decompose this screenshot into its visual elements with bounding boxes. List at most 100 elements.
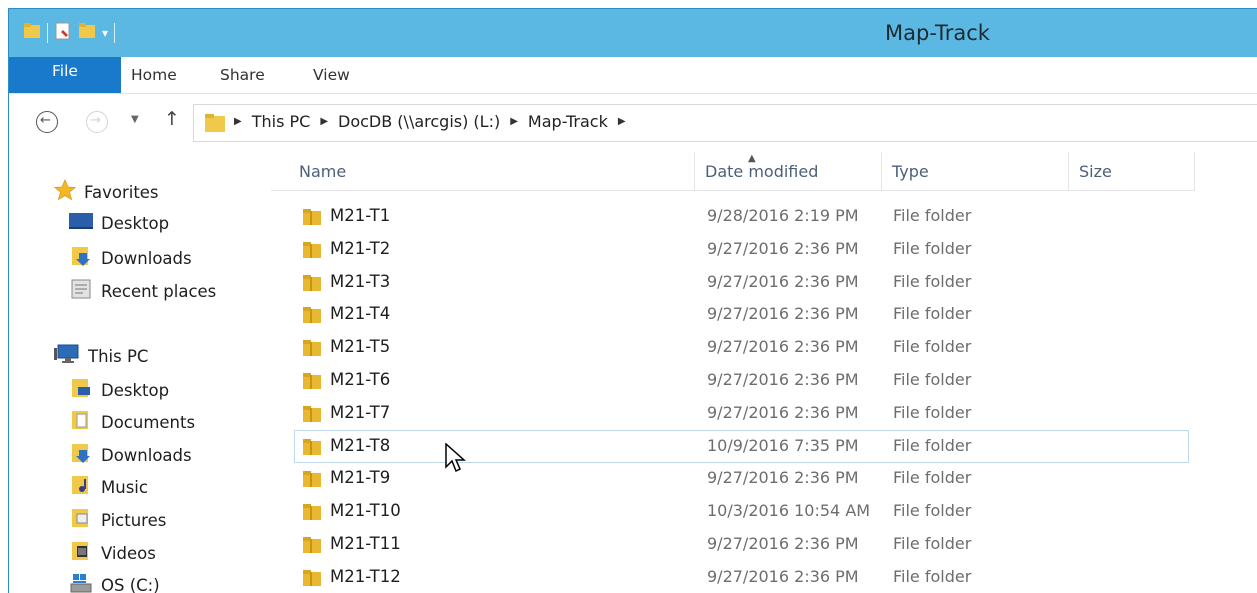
column-header-size[interactable]: Size (1069, 152, 1195, 190)
chevron-right-icon[interactable]: ▶ (618, 116, 626, 127)
file-name: M21-T8 (330, 436, 390, 455)
file-type: File folder (893, 370, 971, 389)
file-date-modified: 9/27/2016 2:36 PM (707, 239, 859, 258)
up-arrow-button[interactable]: ↑ (164, 108, 180, 130)
nav-this-pc[interactable]: This PC (54, 344, 148, 368)
file-type: File folder (893, 206, 971, 225)
drive-icon (69, 572, 93, 593)
forward-button[interactable]: → (86, 111, 108, 133)
file-name: M21-T11 (330, 534, 401, 553)
file-date-modified: 9/27/2016 2:36 PM (707, 534, 859, 553)
tab-view[interactable]: View (313, 66, 350, 84)
folder-icon (302, 438, 322, 460)
file-name: M21-T9 (330, 468, 390, 487)
back-button[interactable]: ← (36, 111, 58, 133)
file-row[interactable]: M21-T29/27/2016 2:36 PMFile folder (295, 234, 1188, 265)
nav-item-videos[interactable]: Videos (69, 540, 156, 566)
file-date-modified: 9/27/2016 2:36 PM (707, 468, 859, 487)
nav-item-downloads[interactable]: Downloads (69, 245, 192, 271)
chevron-right-icon[interactable]: ▶ (510, 116, 518, 127)
address-bar[interactable]: ▶ This PC ▶ DocDB (\\arcgis) (L:) ▶ Map-… (193, 104, 1257, 142)
file-row[interactable]: M21-T810/9/2016 7:35 PMFile folder (295, 431, 1188, 462)
folder-icon (302, 470, 322, 492)
nav-item-label: Pictures (101, 511, 166, 530)
nav-item-desktop[interactable]: Desktop (69, 213, 169, 233)
file-row[interactable]: M21-T39/27/2016 2:36 PMFile folder (295, 267, 1188, 298)
back-arrow-icon: ← (40, 113, 51, 128)
toolbar-separator (47, 23, 48, 43)
file-row[interactable]: M21-T69/27/2016 2:36 PMFile folder (295, 365, 1188, 396)
nav-item-label: Downloads (101, 446, 192, 465)
file-row[interactable]: M21-T9 9/27/2016 2:36 PM File folder (295, 463, 1188, 494)
nav-this-pc-label: This PC (88, 347, 148, 366)
forward-arrow-icon: → (90, 113, 101, 128)
chevron-right-icon[interactable]: ▶ (320, 116, 328, 127)
folder-icon (302, 339, 322, 361)
column-header-label: Date modified (705, 162, 818, 181)
nav-item-desktop[interactable]: Desktop (69, 377, 169, 403)
folder-icon (302, 569, 322, 591)
file-row[interactable]: M21-T19/28/2016 2:19 PMFile folder (295, 201, 1188, 232)
file-type: File folder (893, 403, 971, 422)
nav-item-recent-places[interactable]: Recent places (69, 278, 216, 304)
nav-favorites-label: Favorites (84, 183, 159, 202)
file-type: File folder (893, 468, 971, 487)
downloads-folder-icon (69, 442, 93, 468)
properties-icon[interactable] (54, 22, 72, 44)
tab-share[interactable]: Share (220, 66, 265, 84)
file-row[interactable]: M21-T79/27/2016 2:36 PMFile folder (295, 398, 1188, 429)
file-row[interactable]: M21-T1010/3/2016 10:54 AMFile folder (295, 496, 1188, 527)
tab-file[interactable]: File (9, 57, 121, 93)
address-row: ← → ▼ ↑ ▶ This PC ▶ DocDB (\\arcgis) (L:… (9, 93, 1257, 150)
nav-item-os-drive[interactable]: OS (C:) (69, 572, 160, 593)
quick-access-toolbar: ▾ (23, 22, 115, 44)
column-header-label: Name (299, 162, 346, 181)
window-title: Map-Track (885, 21, 990, 45)
folder-icon (302, 208, 322, 230)
desktop-folder-icon (69, 377, 93, 403)
new-folder-icon[interactable] (78, 22, 96, 44)
breadcrumb-map-track[interactable]: Map-Track (528, 112, 608, 131)
nav-item-documents[interactable]: Documents (69, 409, 195, 435)
column-header-name[interactable]: Name (289, 152, 695, 190)
file-row[interactable]: M21-T129/27/2016 2:36 PMFile folder (295, 562, 1188, 593)
file-type: File folder (893, 239, 971, 258)
file-date-modified: 9/27/2016 2:36 PM (707, 272, 859, 291)
column-header-label: Size (1079, 162, 1112, 181)
folder-icon (302, 306, 322, 328)
computer-icon (54, 344, 80, 368)
column-header-date-modified[interactable]: Date modified (695, 152, 882, 190)
title-bar: ▾ Map-Track (9, 9, 1257, 57)
file-row[interactable]: M21-T49/27/2016 2:36 PMFile folder (295, 299, 1188, 330)
file-date-modified: 9/27/2016 2:36 PM (707, 567, 859, 586)
folder-app-icon[interactable] (23, 22, 41, 44)
folder-icon (302, 536, 322, 558)
nav-item-label: Music (101, 478, 148, 497)
nav-item-label: OS (C:) (101, 576, 160, 593)
tab-home[interactable]: Home (131, 66, 177, 84)
breadcrumb-docdb[interactable]: DocDB (\\arcgis) (L:) (338, 112, 500, 131)
nav-item-music[interactable]: Music (69, 474, 148, 500)
nav-item-pictures[interactable]: Pictures (69, 507, 166, 533)
file-row[interactable]: M21-T119/27/2016 2:36 PMFile folder (295, 529, 1188, 560)
folder-icon (302, 274, 322, 296)
file-date-modified: 9/27/2016 2:36 PM (707, 370, 859, 389)
column-header-type[interactable]: Type (882, 152, 1069, 190)
file-name: M21-T4 (330, 304, 390, 323)
breadcrumb-this-pc[interactable]: This PC (252, 112, 311, 131)
file-row[interactable]: M21-T59/27/2016 2:36 PMFile folder (295, 332, 1188, 363)
recent-locations-dropdown[interactable]: ▼ (131, 114, 139, 125)
file-name: M21-T7 (330, 403, 390, 422)
file-date-modified: 9/27/2016 2:36 PM (707, 337, 859, 356)
folder-icon (204, 112, 226, 138)
chevron-right-icon[interactable]: ▶ (234, 116, 242, 127)
column-headers: ▲ Name Date modified Type Size (271, 152, 1195, 191)
file-date-modified: 10/3/2016 10:54 AM (707, 501, 870, 520)
nav-favorites[interactable]: Favorites (54, 179, 159, 205)
customize-toolbar-icon[interactable]: ▾ (102, 26, 108, 40)
explorer-window: ▾ Map-Track File Home Share View ← → ▼ ↑… (8, 8, 1257, 593)
folder-icon (302, 503, 322, 525)
file-date-modified: 9/28/2016 2:19 PM (707, 206, 859, 225)
folder-icon (302, 372, 322, 394)
nav-item-downloads[interactable]: Downloads (69, 442, 192, 468)
